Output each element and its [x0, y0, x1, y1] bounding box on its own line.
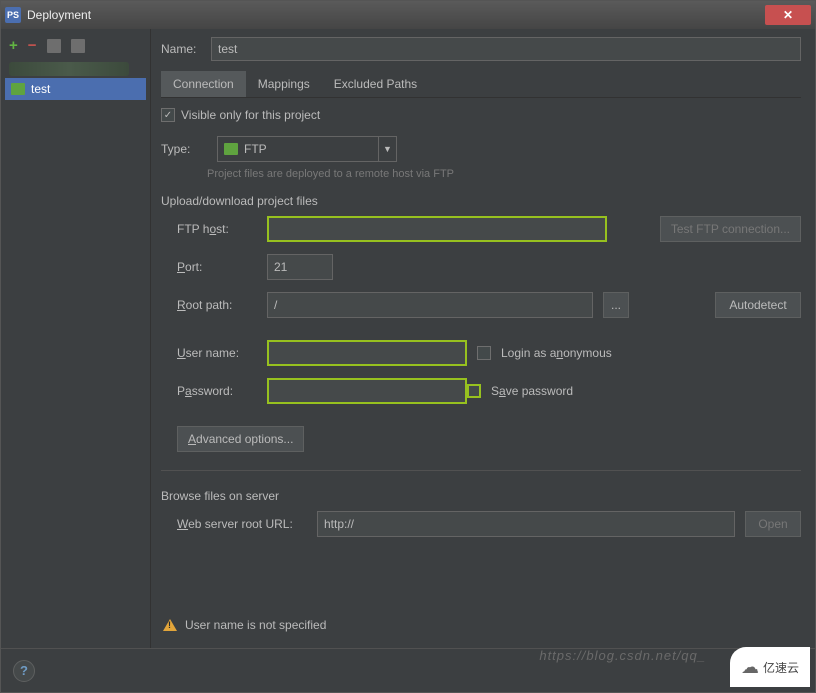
config-icon[interactable] [71, 39, 85, 53]
root-path-label: Root path: [177, 298, 257, 312]
port-input[interactable] [267, 254, 333, 280]
tab-mappings[interactable]: Mappings [246, 71, 322, 97]
web-url-label: Web server root URL: [177, 517, 307, 531]
username-input[interactable] [267, 340, 467, 366]
tab-connection[interactable]: Connection [161, 71, 246, 97]
blurred-item [9, 62, 129, 76]
footer: ? OK [1, 648, 815, 692]
deployment-item-label: test [31, 82, 50, 96]
name-input[interactable] [211, 37, 801, 61]
tabs: Connection Mappings Excluded Paths [161, 71, 801, 98]
visible-label: Visible only for this project [181, 108, 320, 122]
anonymous-checkbox[interactable] [477, 346, 491, 360]
type-select[interactable]: FTP ▼ [217, 136, 397, 162]
deployment-dialog: PS Deployment ✕ + − test Name: [0, 0, 816, 693]
web-url-input[interactable] [317, 511, 735, 537]
visible-checkbox[interactable]: ✓ [161, 108, 175, 122]
close-button[interactable]: ✕ [765, 5, 811, 25]
window-title: Deployment [27, 8, 765, 22]
warning-text: User name is not specified [185, 618, 326, 632]
autodetect-button[interactable]: Autodetect [715, 292, 801, 318]
warning-row: User name is not specified [161, 602, 801, 648]
save-password-label: Save password [491, 384, 573, 398]
browse-root-button[interactable]: ... [603, 292, 629, 318]
root-path-input[interactable] [267, 292, 593, 318]
warning-icon [163, 619, 177, 631]
body: + − test Name: Connection Mappings Exclu… [1, 29, 815, 648]
chevron-down-icon: ▼ [378, 137, 396, 161]
cloud-icon: ☁ [741, 657, 759, 678]
advanced-options-button[interactable]: Advanced options... [177, 426, 304, 452]
help-button[interactable]: ? [13, 660, 35, 682]
ftp-host-input[interactable] [267, 216, 607, 242]
ftp-icon [11, 83, 25, 95]
browse-group-title: Browse files on server [161, 489, 801, 503]
type-label: Type: [161, 142, 207, 156]
content-area: Name: Connection Mappings Excluded Paths… [151, 29, 815, 648]
app-icon: PS [5, 7, 21, 23]
ftp-host-label: FTP host: [177, 222, 257, 236]
sidebar-toolbar: + − [5, 35, 146, 60]
sidebar: + − test [1, 29, 151, 648]
password-input[interactable] [267, 378, 467, 404]
logo-text: 亿速云 [763, 659, 799, 676]
type-hint: Project files are deployed to a remote h… [207, 168, 801, 180]
deployment-item-selected[interactable]: test [5, 78, 146, 100]
password-label: Password: [177, 384, 257, 398]
remove-icon[interactable]: − [28, 37, 37, 54]
copy-icon[interactable] [47, 39, 61, 53]
username-label: User name: [177, 346, 257, 360]
anonymous-label: Login as anonymous [501, 346, 612, 360]
save-password-checkbox[interactable] [467, 384, 481, 398]
port-label: Port: [177, 260, 257, 274]
add-icon[interactable]: + [9, 37, 18, 54]
ftp-type-icon [224, 143, 238, 155]
titlebar: PS Deployment ✕ [1, 1, 815, 29]
upload-group-title: Upload/download project files [161, 194, 801, 208]
corner-logo: ☁ 亿速云 [730, 647, 810, 687]
open-url-button[interactable]: Open [745, 511, 801, 537]
name-label: Name: [161, 42, 211, 56]
tab-excluded[interactable]: Excluded Paths [322, 71, 429, 97]
test-connection-button[interactable]: Test FTP connection... [660, 216, 801, 242]
type-value: FTP [244, 142, 267, 156]
